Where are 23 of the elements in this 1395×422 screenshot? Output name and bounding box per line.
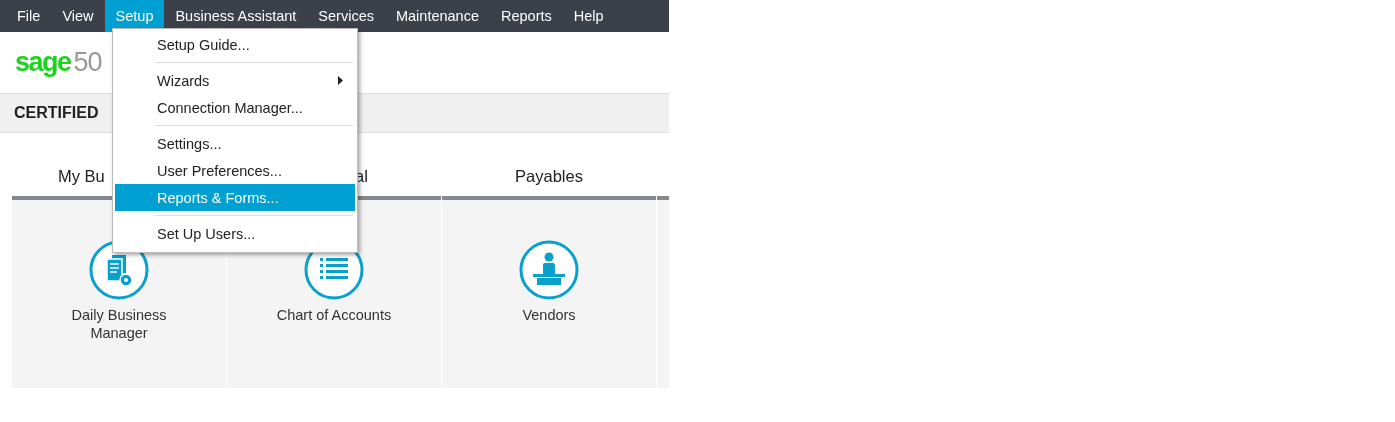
person-at-desk-icon xyxy=(519,240,579,300)
column-heading: My Bu xyxy=(58,167,105,186)
logo-version: 50 xyxy=(73,47,102,78)
menu-item[interactable]: Setup Guide... xyxy=(115,31,355,58)
submenu-arrow-icon xyxy=(338,76,343,85)
menu-bar-item[interactable]: Business Assistant xyxy=(164,0,308,32)
menu-bar-item[interactable]: Help xyxy=(562,0,615,32)
menu-item[interactable]: Set Up Users... xyxy=(115,220,355,247)
menu-bar-item[interactable]: View xyxy=(51,0,105,32)
menu-item[interactable]: Settings... xyxy=(115,130,355,157)
column-heading: Payables xyxy=(515,167,583,186)
menu-bar-item[interactable]: Services xyxy=(307,0,385,32)
menu-item[interactable]: Wizards xyxy=(115,67,355,94)
tile-label: Daily Business Manager xyxy=(70,306,168,342)
menu-bar-item[interactable]: Reports xyxy=(490,0,563,32)
logo-brand: sage xyxy=(15,47,71,78)
menu-bar-item[interactable]: File xyxy=(6,0,52,32)
tile-label: Chart of Accounts xyxy=(275,306,393,324)
menu-bar-item[interactable]: Maintenance xyxy=(384,0,490,32)
menu-item[interactable]: User Preferences... xyxy=(115,157,355,184)
tile-label: Vendors xyxy=(521,306,577,324)
banner-title: CERTIFIED xyxy=(14,104,99,122)
menu-item[interactable]: Connection Manager... xyxy=(115,94,355,121)
